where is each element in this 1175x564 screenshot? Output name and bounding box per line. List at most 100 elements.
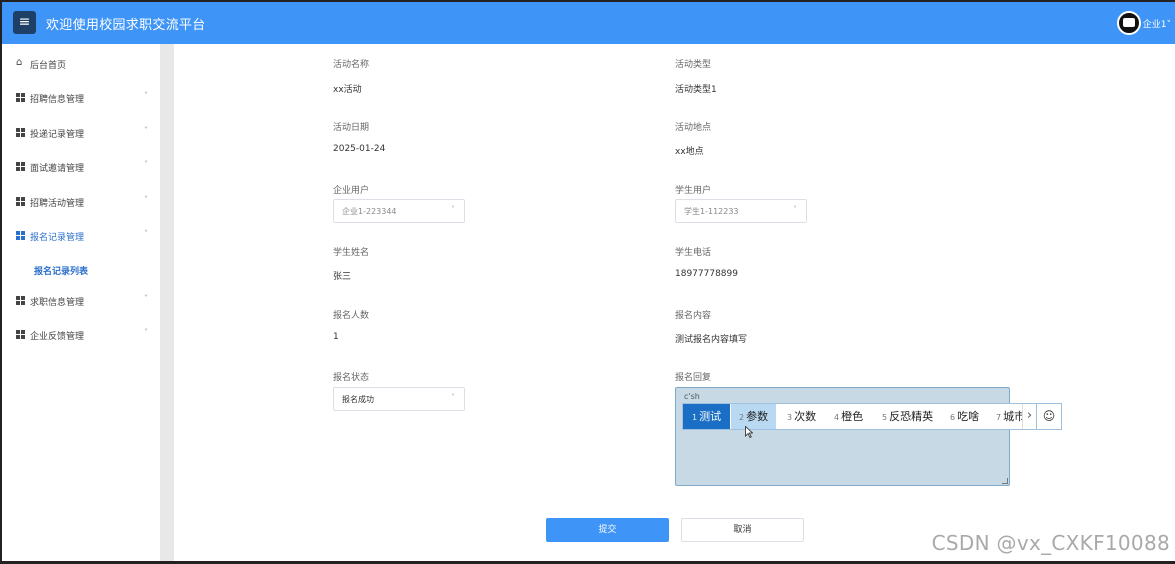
- ime-candidate-bar: 1测试 2参数 3次数 4橙色 5反恐精英 6吃啥 7城市 › ☺: [682, 403, 1062, 430]
- grid-icon: [16, 162, 25, 171]
- chevron-down-icon: ˅: [144, 126, 148, 135]
- student-user-value: 学生1-112233: [684, 207, 739, 216]
- chevron-up-icon: ˄: [144, 229, 148, 238]
- sidebar-subitem-signup-list[interactable]: 报名记录列表: [34, 264, 88, 277]
- candidate-text: 测试: [699, 410, 722, 423]
- grid-icon: [16, 93, 25, 102]
- hamburger-icon[interactable]: ≡: [13, 11, 36, 34]
- company-user-select[interactable]: 企业1-223344 ˅: [333, 199, 465, 223]
- sidebar-item-home[interactable]: ⌂ 后台首页: [2, 47, 160, 81]
- candidate-number: 6: [950, 413, 956, 422]
- sidebar-item-label: 投递记录管理: [30, 130, 85, 140]
- signup-reply-textarea[interactable]: c'sh: [675, 387, 1010, 486]
- sidebar-item-jobseek[interactable]: 求职信息管理 ˅: [2, 284, 160, 318]
- candidate-text: 城市: [1003, 410, 1022, 423]
- grid-icon: [16, 197, 25, 206]
- chevron-down-icon: ˅: [144, 195, 148, 204]
- student-phone-value: 18977778899: [675, 269, 738, 279]
- signup-content-label: 报名内容: [675, 311, 712, 321]
- candidate-number: 7: [996, 413, 1002, 422]
- signup-count-label: 报名人数: [333, 311, 370, 321]
- ime-candidate-3[interactable]: 3 次数: [787, 404, 816, 429]
- watermark: CSDN @vx_CXKF10088: [931, 531, 1170, 555]
- sidebar-item-events[interactable]: 招聘活动管理 ˅: [2, 185, 160, 219]
- activity-place-label: 活动地点: [675, 123, 712, 133]
- signup-status-select[interactable]: 报名成功 ˅: [333, 387, 465, 411]
- activity-type-label: 活动类型: [675, 60, 712, 70]
- avatar[interactable]: [1117, 11, 1141, 35]
- sidebar-item-signups[interactable]: 报名记录管理 ˄: [2, 219, 160, 253]
- ime-candidate-6[interactable]: 6 吃啥: [950, 404, 979, 429]
- chevron-down-icon: ˅: [451, 205, 455, 214]
- student-user-label: 学生用户: [675, 186, 712, 196]
- sidebar-item-label: 招聘信息管理: [30, 95, 85, 105]
- sidebar: ⌂ 后台首页 招聘信息管理 ˅ 投递记录管理 ˅ 面试邀请管理 ˅ 招聘活动管理…: [2, 44, 162, 561]
- chevron-down-icon: ˅: [144, 328, 148, 337]
- chevron-down-icon: ˅: [144, 160, 148, 169]
- student-user-select[interactable]: 学生1-112233 ˅: [675, 199, 807, 223]
- chevron-down-icon: ˅: [451, 393, 455, 402]
- candidate-number: 5: [882, 413, 888, 422]
- home-icon: ⌂: [16, 57, 23, 68]
- ime-candidate-7[interactable]: 7城市: [996, 404, 1022, 429]
- activity-name-value: xx活动: [333, 85, 362, 95]
- top-header: ≡ 欢迎使用校园求职交流平台 企业1˅: [2, 2, 1175, 44]
- sidebar-item-label: 企业反馈管理: [30, 332, 85, 342]
- signup-reply-label: 报名回复: [675, 373, 712, 383]
- activity-place-value: xx地点: [675, 147, 704, 157]
- user-menu[interactable]: 企业1˅: [1143, 17, 1171, 30]
- ime-candidate-1[interactable]: 1 测试: [683, 404, 731, 429]
- candidate-text: 反恐精英: [889, 410, 934, 423]
- candidate-text: 次数: [794, 410, 817, 423]
- student-phone-label: 学生电话: [675, 248, 712, 258]
- ime-candidate-4[interactable]: 4 橙色: [834, 404, 863, 429]
- activity-date-label: 活动日期: [333, 123, 370, 133]
- cancel-button[interactable]: 取消: [681, 518, 804, 542]
- sidebar-item-feedback[interactable]: 企业反馈管理 ˅: [2, 318, 160, 352]
- candidate-number: 2: [739, 413, 745, 422]
- grid-icon: [16, 330, 25, 339]
- candidate-text: 参数: [746, 410, 769, 423]
- chevron-down-icon: ˅: [144, 294, 148, 303]
- activity-name-label: 活动名称: [333, 60, 370, 70]
- company-user-value: 企业1-223344: [342, 207, 397, 216]
- signup-status-value: 报名成功: [342, 395, 374, 404]
- ime-candidate-5[interactable]: 5 反恐精英: [882, 404, 933, 429]
- sidebar-item-label: 后台首页: [30, 61, 67, 71]
- signup-reply-input-text: c'sh: [684, 392, 700, 401]
- signup-content-value: 测试报名内容填写: [675, 335, 748, 345]
- app-window: ≡ 欢迎使用校园求职交流平台 企业1˅ ⌂ 后台首页 招聘信息管理 ˅ 投递记录…: [0, 0, 1175, 564]
- chevron-down-icon: ˅: [793, 205, 797, 214]
- candidate-number: 4: [834, 413, 840, 422]
- chevron-right-icon[interactable]: ›: [1022, 404, 1036, 429]
- activity-date-value: 2025-01-24: [333, 144, 386, 154]
- chevron-down-icon: ˅: [1166, 20, 1172, 30]
- resize-handle-icon[interactable]: [1002, 478, 1008, 484]
- user-name: 企业1: [1142, 20, 1167, 30]
- sidebar-item-recruitment[interactable]: 招聘信息管理 ˅: [2, 81, 160, 115]
- candidate-text: 吃啥: [957, 410, 980, 423]
- candidate-number: 3: [787, 413, 793, 422]
- ime-candidate-2[interactable]: 2 参数: [731, 404, 777, 429]
- grid-icon: [16, 128, 25, 137]
- grid-icon: [16, 231, 25, 240]
- candidate-number: 1: [692, 413, 698, 422]
- student-name-value: 张三: [333, 272, 352, 282]
- signup-count-value: 1: [333, 332, 339, 342]
- sidebar-item-label: 报名记录管理: [30, 233, 85, 243]
- sidebar-item-label: 招聘活动管理: [30, 199, 85, 209]
- sidebar-item-label: 面试邀请管理: [30, 164, 85, 174]
- sidebar-scrollbar[interactable]: [160, 44, 174, 561]
- submit-button[interactable]: 提交: [546, 518, 669, 542]
- app-title: 欢迎使用校园求职交流平台: [46, 18, 206, 33]
- grid-icon: [16, 296, 25, 305]
- company-user-label: 企业用户: [333, 186, 370, 196]
- signup-status-label: 报名状态: [333, 373, 370, 383]
- candidate-text: 橙色: [841, 410, 864, 423]
- sidebar-item-applications[interactable]: 投递记录管理 ˅: [2, 116, 160, 150]
- smiley-icon[interactable]: ☺: [1036, 404, 1061, 429]
- student-name-label: 学生姓名: [333, 248, 370, 258]
- signup-detail-form: 活动名称 xx活动 活动类型 活动类型1 活动日期 2025-01-24 活动地…: [174, 44, 1175, 561]
- sidebar-item-interviews[interactable]: 面试邀请管理 ˅: [2, 150, 160, 184]
- chevron-down-icon: ˅: [144, 91, 148, 100]
